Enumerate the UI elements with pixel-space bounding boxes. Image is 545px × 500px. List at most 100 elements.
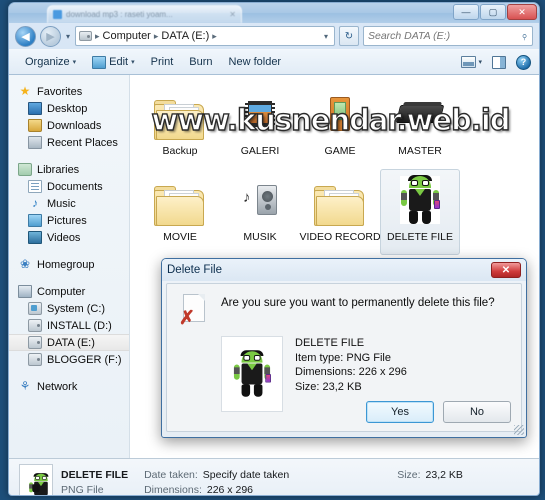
dialog-question: Are you sure you want to permanently del…	[221, 297, 495, 309]
computer-icon	[18, 285, 32, 298]
preview-pane-icon[interactable]	[492, 55, 506, 69]
breadcrumb[interactable]: ▸ Computer ▸ DATA (E:) ▸ ▾	[75, 26, 335, 46]
sidebar-item-install-d[interactable]: INSTALL (D:)	[9, 317, 129, 334]
library-icon	[18, 163, 32, 176]
organize-button[interactable]: Organize ▾	[17, 53, 84, 71]
sidebar-label-desktop: Desktop	[47, 102, 88, 115]
sidebar-item-libraries[interactable]: Libraries	[9, 161, 129, 178]
chevron-down-icon[interactable]: ▾	[478, 58, 482, 66]
burn-button[interactable]: Burn	[181, 53, 220, 71]
dialog-resize-grip[interactable]	[514, 425, 524, 435]
breadcrumb-dropdown-icon[interactable]: ▾	[324, 32, 331, 41]
folder-icon	[154, 88, 206, 140]
change-view-icon[interactable]	[461, 56, 477, 68]
sidebar-item-favorites[interactable]: ★ Favorites	[9, 83, 129, 100]
sidebar-item-recent-places[interactable]: Recent Places	[9, 134, 129, 151]
sidebar-item-data-e[interactable]: DATA (E:)	[9, 334, 129, 351]
sidebar-item-desktop[interactable]: Desktop	[9, 100, 129, 117]
file-item-galeri[interactable]: GALERI	[220, 83, 300, 169]
chevron-down-icon: ▾	[72, 59, 77, 66]
edit-icon	[92, 55, 107, 69]
print-button[interactable]: Print	[143, 53, 182, 71]
sidebar-item-network[interactable]: ⚘ Network	[9, 378, 129, 395]
forward-button[interactable]: ▶	[40, 25, 61, 47]
file-item-game[interactable]: GAME	[300, 83, 380, 169]
file-label: DELETE FILE	[387, 231, 453, 243]
dialog-title-bar: Delete File ✕	[162, 259, 526, 281]
sidebar-item-computer[interactable]: Computer	[9, 283, 129, 300]
dialog-question-row: ✗ Are you sure you want to permanently d…	[179, 294, 509, 328]
status-date-taken-value[interactable]: Specify date taken	[203, 469, 289, 481]
status-date-taken: Date taken: Specify date taken	[144, 469, 289, 481]
homegroup-icon: ❀	[19, 257, 31, 271]
navigation-pane[interactable]: ★ Favorites Desktop Downloads Recent Pla…	[9, 75, 130, 458]
toolbar-right-group: ▾ ?	[461, 54, 531, 70]
details-pane: DELETE FILE PNG File Date taken: Specify…	[9, 458, 539, 496]
breadcrumb-data-drive[interactable]: DATA (E:)	[161, 30, 209, 42]
device-icon	[394, 88, 446, 140]
tab-close-icon[interactable]: ✕	[229, 10, 236, 19]
drive-icon	[28, 319, 42, 332]
nav-group-favorites: ★ Favorites Desktop Downloads Recent Pla…	[9, 83, 129, 151]
back-button[interactable]: ◀	[15, 25, 36, 47]
sidebar-label-videos: Videos	[47, 231, 81, 244]
search-box[interactable]: ⌕	[363, 26, 533, 46]
dialog-file-type: Item type: PNG File	[295, 351, 391, 364]
file-item-movie[interactable]: MOVIE	[140, 169, 220, 255]
close-button[interactable]: ✕	[507, 4, 537, 20]
status-columns: DELETE FILE PNG File Date taken: Specify…	[61, 469, 463, 496]
status-dimensions: Dimensions: 226 x 296	[144, 484, 289, 496]
breadcrumb-computer[interactable]: Computer	[103, 30, 151, 42]
breadcrumb-separator-1: ▸	[153, 30, 159, 41]
file-label: Backup	[162, 145, 198, 157]
sidebar-label-libraries: Libraries	[37, 163, 80, 176]
explorer-window: download mp3 : raseti yoam... ✕ — ▢ ✕ ◀ …	[8, 2, 540, 496]
nav-group-libraries: Libraries Documents ♪ Music Pictures Vid…	[9, 161, 129, 246]
delete-file-dialog: Delete File ✕ ✗ Are you sure you want to…	[161, 258, 527, 438]
sidebar-item-downloads[interactable]: Downloads	[9, 117, 129, 134]
dialog-buttons: Yes No	[366, 401, 511, 423]
help-icon[interactable]: ?	[516, 54, 531, 70]
sidebar-item-blogger-f[interactable]: BLOGGER (F:)	[9, 351, 129, 368]
edit-label: Edit	[109, 56, 129, 68]
file-item-musik[interactable]: ♪ MUSIK	[220, 169, 300, 255]
minimize-button[interactable]: —	[453, 4, 479, 20]
drive-icon	[28, 353, 42, 366]
sidebar-label-recent-places: Recent Places	[47, 136, 118, 149]
sidebar-label-music: Music	[47, 197, 76, 210]
dialog-close-button[interactable]: ✕	[491, 262, 521, 278]
edit-button[interactable]: Edit ▾	[84, 53, 142, 72]
status-meta-column: Date taken: Specify date taken Dimension…	[144, 469, 289, 496]
maximize-button[interactable]: ▢	[480, 4, 506, 20]
status-size-label: Size:	[397, 469, 421, 481]
browser-tab[interactable]: download mp3 : raseti yoam... ✕	[47, 5, 242, 23]
nav-group-computer: Computer System (C:) INSTALL (D:) DATA (…	[9, 283, 129, 368]
file-item-video-record[interactable]: VIDEO RECORD	[299, 169, 381, 255]
status-dimensions-value: 226 x 296	[206, 484, 253, 496]
new-folder-button[interactable]: New folder	[221, 53, 290, 71]
file-item-master[interactable]: MASTER	[380, 83, 460, 169]
no-button[interactable]: No	[443, 401, 511, 423]
chevron-down-icon: ▾	[131, 59, 135, 66]
sidebar-item-videos[interactable]: Videos	[9, 229, 129, 246]
title-bar: download mp3 : raseti yoam... ✕ — ▢ ✕	[9, 3, 539, 23]
sidebar-item-music[interactable]: ♪ Music	[9, 195, 129, 212]
sidebar-item-documents[interactable]: Documents	[9, 178, 129, 195]
file-label: GAME	[324, 145, 356, 157]
status-size-value: 23,2 KB	[425, 469, 463, 481]
sidebar-item-homegroup[interactable]: ❀ Homegroup	[9, 256, 129, 273]
yes-button[interactable]: Yes	[366, 401, 434, 423]
search-input[interactable]	[368, 30, 522, 42]
file-item-delete-file[interactable]: DELETE FILE	[380, 169, 460, 255]
history-dropdown-icon[interactable]: ▾	[65, 32, 71, 41]
sidebar-item-pictures[interactable]: Pictures	[9, 212, 129, 229]
star-icon: ★	[19, 84, 31, 98]
pictures-icon	[28, 214, 42, 227]
file-item-backup[interactable]: Backup	[140, 83, 220, 169]
recent-places-icon	[28, 136, 42, 149]
refresh-button[interactable]: ↻	[339, 26, 359, 46]
delete-file-icon: ✗	[179, 294, 209, 328]
sidebar-item-system-c[interactable]: System (C:)	[9, 300, 129, 317]
status-file-name: DELETE FILE	[61, 469, 129, 481]
sidebar-label-blogger-f: BLOGGER (F:)	[47, 353, 122, 366]
